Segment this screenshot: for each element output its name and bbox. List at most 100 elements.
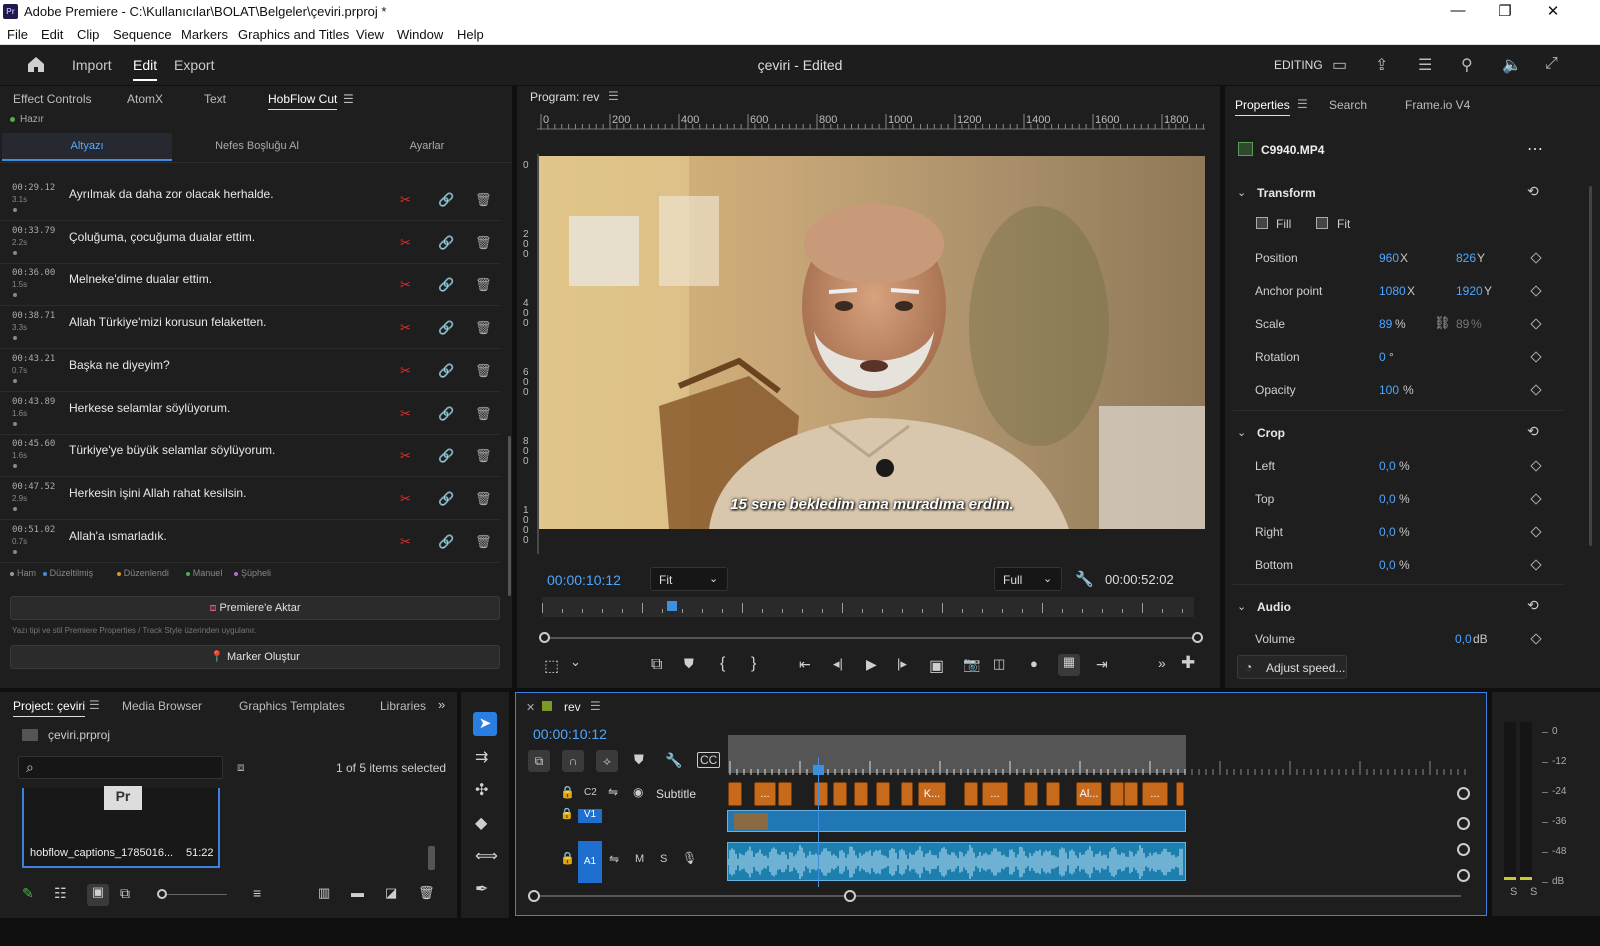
tab-effect-controls[interactable]: Effect Controls (13, 92, 91, 106)
chevron-down-icon[interactable]: ⌄ (570, 654, 581, 670)
keyframe-icon[interactable] (1530, 252, 1542, 264)
project-menu-icon[interactable]: ☰ (89, 698, 100, 712)
close-sequence-icon[interactable]: ✕ (526, 701, 535, 714)
zoom-handle-left[interactable] (539, 632, 550, 643)
subtitle-clip[interactable]: Al... (1076, 782, 1102, 806)
sort-icon[interactable]: ≡ (253, 885, 261, 901)
subtitle-clip[interactable] (964, 782, 978, 806)
reset-crop-icon[interactable]: ⟲ (1527, 423, 1539, 440)
scale-value[interactable]: 89 (1379, 317, 1392, 331)
subtab-altyazi[interactable]: Altyazı (2, 133, 172, 161)
scissors-icon[interactable]: ✂ (400, 277, 411, 293)
tab-hobflow-cut[interactable]: HobFlow Cut (268, 92, 338, 110)
chevron-down-icon[interactable]: ⌄ (1237, 600, 1246, 613)
track-select-icon[interactable]: ⇉ (475, 747, 488, 767)
track-zoom-handle[interactable] (1457, 843, 1470, 856)
freeform-view-icon[interactable]: ⧉ (120, 885, 130, 902)
subtitle-text[interactable]: Herkese selamlar söylüyorum. (69, 401, 230, 415)
subtitle-clip[interactable] (1024, 782, 1038, 806)
captions-icon[interactable]: CC (697, 752, 721, 768)
program-menu-icon[interactable]: ☰ (608, 89, 619, 103)
close-button[interactable]: ✕ (1538, 2, 1568, 20)
scissors-icon[interactable]: ✂ (400, 320, 411, 336)
subtitle-row[interactable]: 00:36.00 1.5s Melneke'dime dualar ettim. ✂ 🔗… (0, 263, 500, 307)
razor-tool-icon[interactable]: ◆ (475, 813, 487, 833)
trash-icon[interactable]: 🗑 (475, 235, 492, 251)
rotation-value[interactable]: 0 (1379, 350, 1386, 364)
subtitle-clip[interactable] (728, 782, 742, 806)
sync-lock-icon[interactable]: ⇋ (609, 852, 619, 866)
volume-icon[interactable]: 🔈 (1502, 55, 1522, 75)
subtitle-clip[interactable] (1176, 782, 1184, 806)
playhead-handle[interactable] (813, 765, 824, 775)
zoom-handle-right[interactable] (1192, 632, 1203, 643)
go-to-in-icon[interactable]: ⇤ (799, 656, 811, 673)
program-playhead[interactable] (667, 601, 678, 611)
menu-markers[interactable]: Markers (181, 27, 228, 42)
tab-project[interactable]: Project: çeviri (13, 699, 86, 717)
step-back-icon[interactable]: ◂| (833, 656, 843, 672)
minimize-button[interactable]: — (1443, 2, 1473, 19)
trash-icon[interactable]: 🗑 (418, 885, 435, 901)
sequence-menu-icon[interactable]: ☰ (590, 699, 601, 713)
solo-right[interactable]: S (1530, 886, 1537, 898)
subtitle-clip[interactable] (1124, 782, 1138, 806)
subtitle-text[interactable]: Başka ne diyeyim? (69, 358, 170, 372)
subtitle-clip[interactable] (1046, 782, 1060, 806)
more-tabs-icon[interactable]: » (438, 697, 445, 712)
go-to-out-icon[interactable]: ⇥ (1096, 656, 1108, 673)
subtitle-text[interactable]: Melneke'dime dualar ettim. (69, 272, 212, 286)
panel-menu-icon[interactable]: ☰ (343, 92, 354, 106)
project-scrollbar[interactable] (428, 846, 435, 870)
reset-audio-icon[interactable]: ⟲ (1527, 597, 1539, 614)
trash-icon[interactable]: 🗑 (475, 448, 492, 464)
scroll-handle-left[interactable] (528, 890, 540, 902)
crop-right-value[interactable]: 0,0 (1379, 525, 1396, 539)
adjust-speed-button[interactable]: ◔ Adjust speed... (1237, 655, 1347, 679)
lock-icon[interactable]: 🔒 (560, 807, 574, 820)
link-icon[interactable]: 🔗 (438, 192, 454, 208)
menu-sequence[interactable]: Sequence (113, 27, 172, 42)
keyframe-icon[interactable] (1530, 559, 1542, 571)
track-zoom-handle[interactable] (1457, 817, 1470, 830)
tab-atomx[interactable]: AtomX (127, 92, 163, 106)
scissors-icon[interactable]: ✂ (400, 534, 411, 550)
nest-toggle-icon[interactable]: ⧉ (528, 750, 550, 772)
add-marker-icon[interactable]: ⛊ (634, 752, 644, 768)
wrench-icon[interactable]: 🔧 (1075, 570, 1094, 588)
tab-media-browser[interactable]: Media Browser (122, 699, 202, 713)
mark-in-icon[interactable]: { (720, 655, 725, 673)
keyframe-icon[interactable] (1530, 493, 1542, 505)
comparison-view-icon[interactable]: ◫ (993, 656, 1005, 672)
list-view-icon[interactable]: ☷ (54, 885, 67, 902)
tab-libraries[interactable]: Libraries (380, 699, 426, 713)
maximize-button[interactable]: ❐ (1490, 2, 1520, 20)
keyframe-icon[interactable] (1530, 318, 1542, 330)
chevron-down-icon[interactable]: ⌄ (1237, 186, 1246, 199)
zoom-scrollbar[interactable] (542, 637, 1199, 639)
new-item-icon[interactable]: ◪ (385, 885, 397, 901)
keyframe-icon[interactable] (1530, 526, 1542, 538)
track-id[interactable]: C2 (584, 787, 597, 798)
microphone-icon[interactable]: 🎙 (682, 851, 697, 865)
subtitle-row[interactable]: 00:45.60 1.6s Türkiye'ye büyük selamlar sö… (0, 434, 500, 478)
subtitle-clip[interactable] (854, 782, 868, 806)
tab-search[interactable]: Search (1329, 98, 1367, 112)
panel-layout-icon[interactable]: ▭ (1332, 55, 1347, 75)
subtitle-row[interactable]: 00:33.79 2.2s Çoluğuma, çocuğuma dualar et… (0, 221, 500, 264)
keyframe-icon[interactable] (1530, 633, 1542, 645)
play-icon[interactable]: ▶ (866, 656, 877, 673)
subtitle-row[interactable]: 00:47.52 2.9s Herkesin işini Allah rahat k… (0, 477, 500, 520)
pencil-icon[interactable]: ✎ (22, 885, 34, 902)
menu-clip[interactable]: Clip (77, 27, 99, 42)
progress-icon[interactable]: ⚲ (1461, 55, 1473, 75)
solo-icon[interactable]: S (660, 853, 667, 865)
trash-icon[interactable]: 🗑 (475, 406, 492, 422)
tab-frameio[interactable]: Frame.io V4 (1405, 98, 1470, 112)
new-bin-icon[interactable]: ▬ (351, 885, 364, 900)
scissors-icon[interactable]: ✂ (400, 448, 411, 464)
position-x[interactable]: 960 (1379, 251, 1399, 265)
more-options-icon[interactable]: ⋯ (1527, 139, 1543, 159)
trash-icon[interactable]: 🗑 (475, 192, 492, 208)
subtitle-text[interactable]: Çoluğuma, çocuğuma dualar ettim. (69, 230, 255, 244)
